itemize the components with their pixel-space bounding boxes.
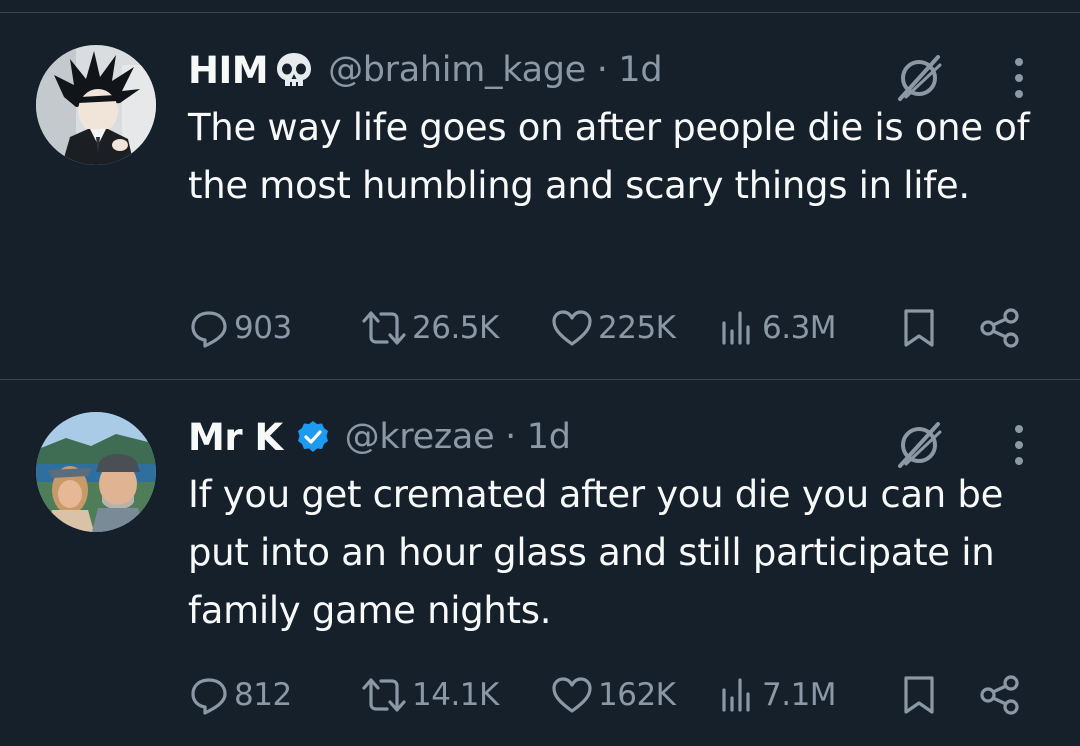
tweet[interactable]: Mr K @krezae · 1d If you get cremated af…	[0, 380, 1080, 746]
tweet-actions: 812 14.1K 162K 7.1M	[188, 672, 1028, 718]
retweet-button[interactable]: 14.1K	[360, 672, 499, 718]
bar-chart-icon	[718, 307, 758, 349]
reply-count: 812	[234, 677, 292, 713]
heart-icon	[550, 674, 594, 716]
views-count: 7.1M	[762, 677, 837, 713]
bookmark-button[interactable]	[900, 305, 938, 351]
views-button[interactable]: 7.1M	[718, 672, 837, 718]
verified-badge-icon	[295, 419, 331, 455]
tweet-text: The way life goes on after people die is…	[188, 106, 1030, 207]
views-button[interactable]: 6.3M	[718, 305, 837, 351]
avatar[interactable]	[36, 412, 156, 532]
retweet-arrows-icon	[360, 307, 408, 349]
share-button[interactable]	[978, 305, 1022, 351]
display-name[interactable]: HIM	[188, 49, 269, 92]
tweet-header: Mr K @krezae · 1d	[188, 412, 571, 462]
bookmark-button[interactable]	[900, 672, 938, 718]
handle-and-time[interactable]: @brahim_kage · 1d	[328, 50, 662, 90]
like-count: 162K	[598, 677, 676, 713]
share-nodes-icon	[978, 674, 1022, 716]
tweet[interactable]: HIM @brahim_kage · 1d The way life goes …	[0, 13, 1080, 379]
more-options-icon[interactable]	[1004, 420, 1034, 470]
grok-icon[interactable]	[892, 51, 946, 105]
display-name[interactable]: Mr K	[188, 416, 283, 459]
retweet-button[interactable]: 26.5K	[360, 305, 499, 351]
like-button[interactable]: 225K	[550, 305, 676, 351]
bookmark-icon	[900, 307, 938, 349]
skull-emoji-icon	[274, 50, 314, 90]
avatar[interactable]	[36, 45, 156, 165]
speech-bubble-icon	[188, 307, 230, 349]
retweet-count: 26.5K	[412, 310, 499, 346]
tweet-text: If you get cremated after you die you ca…	[188, 473, 1004, 632]
bookmark-icon	[900, 674, 938, 716]
reply-button[interactable]: 903	[188, 305, 292, 351]
tweet-header: HIM @brahim_kage · 1d	[188, 45, 663, 95]
heart-icon	[550, 307, 594, 349]
more-options-icon[interactable]	[1004, 53, 1034, 103]
speech-bubble-icon	[188, 674, 230, 716]
bar-chart-icon	[718, 674, 758, 716]
share-nodes-icon	[978, 307, 1022, 349]
tweet-actions: 903 26.5K 225K 6.3M	[188, 305, 1028, 351]
like-count: 225K	[598, 310, 676, 346]
retweet-count: 14.1K	[412, 677, 499, 713]
retweet-arrows-icon	[360, 674, 408, 716]
reply-count: 903	[234, 310, 292, 346]
like-button[interactable]: 162K	[550, 672, 676, 718]
grok-icon[interactable]	[892, 418, 946, 472]
reply-button[interactable]: 812	[188, 672, 292, 718]
share-button[interactable]	[978, 672, 1022, 718]
handle-and-time[interactable]: @krezae · 1d	[345, 417, 571, 457]
views-count: 6.3M	[762, 310, 837, 346]
